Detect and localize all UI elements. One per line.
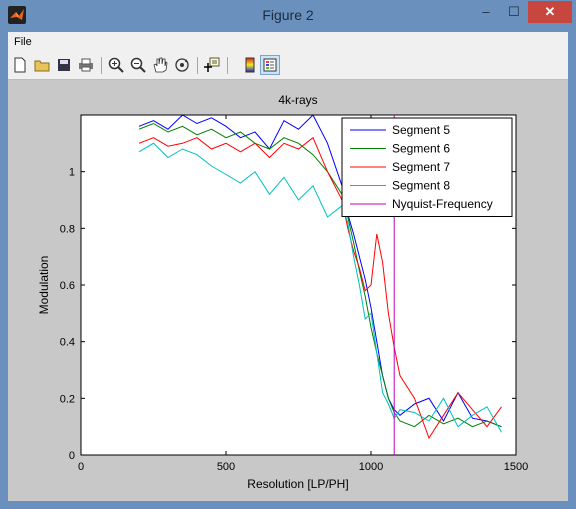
figure-window: Figure 2 – ☐ ✕ File 4k-rays Resolution […	[0, 0, 576, 509]
figure-canvas: 4k-rays Resolution [LP/PH] Modulation 0 5…	[8, 80, 568, 501]
zoom-out-icon[interactable]	[128, 55, 148, 75]
open-folder-icon[interactable]	[32, 55, 52, 75]
y-tick-label: 0.8	[60, 223, 75, 235]
pan-hand-icon[interactable]	[150, 55, 170, 75]
print-icon[interactable]	[76, 55, 96, 75]
toolbar-separator	[101, 57, 102, 74]
zoom-in-icon[interactable]	[106, 55, 126, 75]
figure-toolbar	[8, 52, 568, 80]
minimize-button[interactable]: –	[472, 1, 500, 23]
save-icon[interactable]	[54, 55, 74, 75]
colorbar-icon[interactable]	[240, 55, 260, 75]
legend-label: Segment 6	[392, 142, 450, 156]
chart-title: 4k-rays	[278, 93, 317, 107]
toolbar-separator	[197, 57, 198, 74]
legend-label: Segment 8	[392, 179, 450, 193]
x-tick-label: 0	[78, 461, 84, 473]
x-tick-label: 1000	[359, 461, 383, 473]
legend-label: Nyquist-Frequency	[392, 197, 493, 211]
menu-bar: File	[8, 32, 568, 52]
y-tick-label: 1	[69, 167, 75, 179]
x-tick-label: 500	[217, 461, 235, 473]
x-tick-label: 1500	[504, 461, 528, 473]
y-tick-label: 0	[69, 450, 75, 462]
x-axis-label: Resolution [LP/PH]	[247, 477, 348, 491]
title-bar[interactable]: Figure 2 – ☐ ✕	[0, 0, 576, 32]
y-axis-label: Modulation	[37, 256, 51, 315]
legend-icon[interactable]	[260, 55, 280, 75]
data-cursor-icon[interactable]	[202, 55, 222, 75]
close-button[interactable]: ✕	[528, 1, 572, 23]
y-tick-label: 0.4	[60, 337, 75, 349]
new-figure-icon[interactable]	[10, 55, 30, 75]
y-tick-label: 0.2	[60, 393, 75, 405]
legend-label: Segment 5	[392, 123, 450, 137]
menu-file[interactable]: File	[14, 36, 32, 48]
plot-svg: 4k-rays Resolution [LP/PH] Modulation 0 5…	[37, 93, 528, 491]
rotate-3d-icon[interactable]	[172, 55, 192, 75]
legend-label: Segment 7	[392, 160, 450, 174]
maximize-button[interactable]: ☐	[500, 1, 528, 23]
y-tick-label: 0.6	[60, 280, 75, 292]
toolbar-separator	[227, 57, 228, 74]
legend[interactable]: Segment 5 Segment 6 Segment 7 Segment 8 Nyqu…	[341, 117, 513, 217]
figure-client-area: File 4k-rays Resolution [LP/PH] Modulati…	[8, 32, 568, 501]
